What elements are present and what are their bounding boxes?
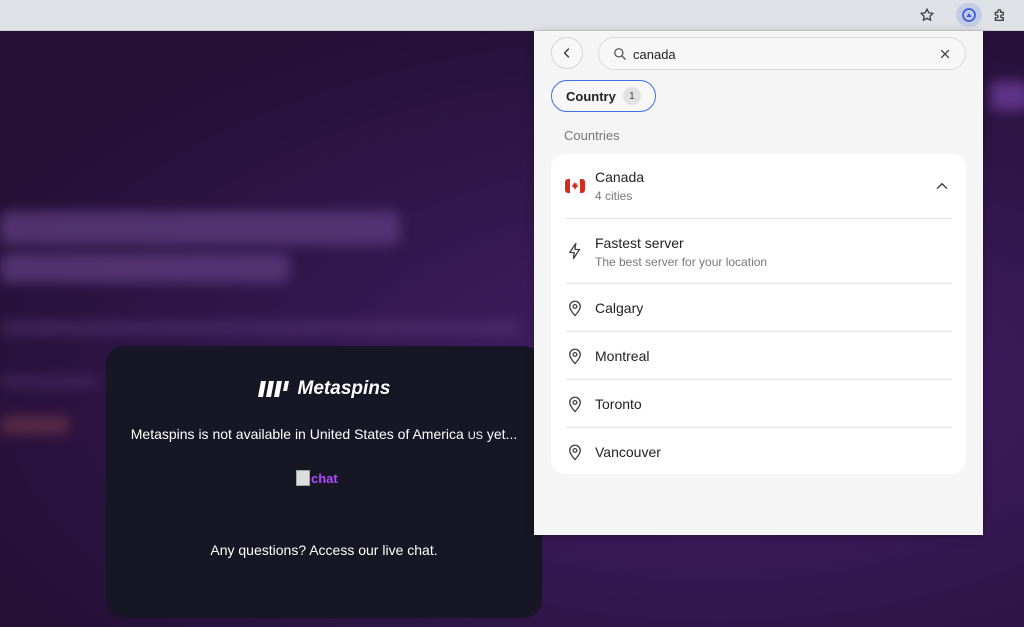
chip-count-badge: 1 bbox=[622, 87, 641, 105]
browser-toolbar bbox=[0, 0, 1024, 31]
chip-label: Country bbox=[566, 88, 616, 104]
logo-text: Metaspins bbox=[297, 378, 391, 399]
city-row-montreal[interactable]: Montreal bbox=[551, 332, 966, 379]
country-row-canada[interactable]: Canada 4 cities bbox=[551, 154, 966, 218]
fastest-server-subtitle: The best server for your location bbox=[595, 255, 768, 269]
fastest-server-row[interactable]: Fastest server The best server for your … bbox=[551, 219, 966, 283]
country-cities-count: 4 cities bbox=[595, 189, 633, 203]
search-box bbox=[598, 37, 966, 70]
chevron-up-icon[interactable] bbox=[935, 179, 949, 193]
location-pin-icon bbox=[569, 300, 581, 317]
chat-image-alt: chat bbox=[311, 470, 338, 486]
broken-image-icon bbox=[296, 470, 310, 486]
city-name: Vancouver bbox=[595, 444, 661, 460]
metaspins-logo: Metaspins bbox=[106, 378, 542, 400]
canada-flag-icon bbox=[565, 179, 585, 193]
location-pin-icon bbox=[569, 348, 581, 365]
fastest-server-title: Fastest server bbox=[595, 235, 684, 251]
unavailable-modal: Metaspins Metaspins is not available in … bbox=[106, 346, 542, 618]
city-row-calgary[interactable]: Calgary bbox=[551, 284, 966, 331]
city-name: Calgary bbox=[595, 300, 644, 316]
clear-search-icon[interactable] bbox=[939, 48, 951, 60]
country-code: US bbox=[467, 430, 483, 442]
search-icon bbox=[614, 48, 626, 60]
city-row-vancouver[interactable]: Vancouver bbox=[551, 428, 966, 474]
message-main: Metaspins is not available in United Sta… bbox=[130, 426, 464, 442]
metaspins-logo-icon bbox=[257, 381, 289, 397]
star-icon[interactable] bbox=[914, 3, 940, 27]
vpn-popup: Country 1 Countries Canada 4 cities Fast… bbox=[534, 31, 983, 535]
live-chat-text[interactable]: Any questions? Access our live chat. bbox=[106, 542, 542, 558]
country-filter-chip[interactable]: Country 1 bbox=[551, 80, 656, 112]
unavailable-message: Metaspins is not available in United Sta… bbox=[106, 426, 542, 442]
city-name: Toronto bbox=[595, 396, 642, 412]
city-name: Montreal bbox=[595, 348, 650, 364]
message-tail: yet... bbox=[486, 426, 518, 442]
chevron-left-icon bbox=[563, 48, 570, 58]
city-row-toronto[interactable]: Toronto bbox=[551, 380, 966, 427]
location-pin-icon bbox=[569, 396, 581, 413]
chat-image[interactable]: chat bbox=[296, 470, 338, 486]
country-name: Canada bbox=[595, 169, 645, 185]
section-label-countries: Countries bbox=[564, 128, 620, 143]
back-button[interactable] bbox=[551, 37, 583, 69]
vpn-extension-icon[interactable] bbox=[956, 3, 982, 27]
extensions-puzzle-icon[interactable] bbox=[987, 3, 1013, 27]
search-input[interactable] bbox=[633, 44, 923, 64]
country-card: Canada 4 cities Fastest server The best … bbox=[551, 154, 966, 474]
lightning-icon bbox=[569, 242, 581, 260]
location-pin-icon bbox=[569, 444, 581, 461]
